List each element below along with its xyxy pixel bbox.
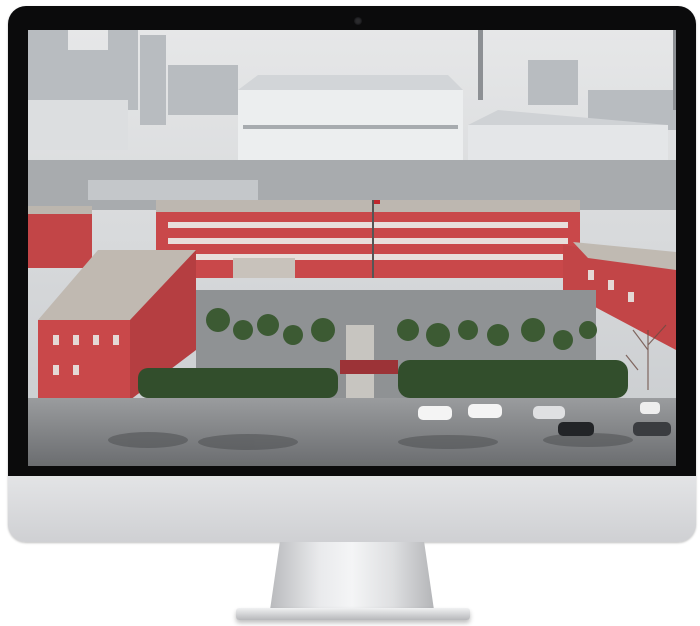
monitor-stand-neck bbox=[270, 542, 434, 610]
desktop-monitor bbox=[8, 6, 696, 542]
monitor-stand-base bbox=[236, 608, 470, 620]
monitor-bezel bbox=[8, 6, 696, 476]
aerial-factory-photo bbox=[28, 30, 676, 466]
main-red-building bbox=[156, 200, 580, 278]
webcam-icon bbox=[354, 17, 362, 25]
monitor-screen bbox=[28, 30, 676, 466]
entrance-gate bbox=[340, 360, 398, 374]
monitor-chin bbox=[8, 476, 696, 542]
